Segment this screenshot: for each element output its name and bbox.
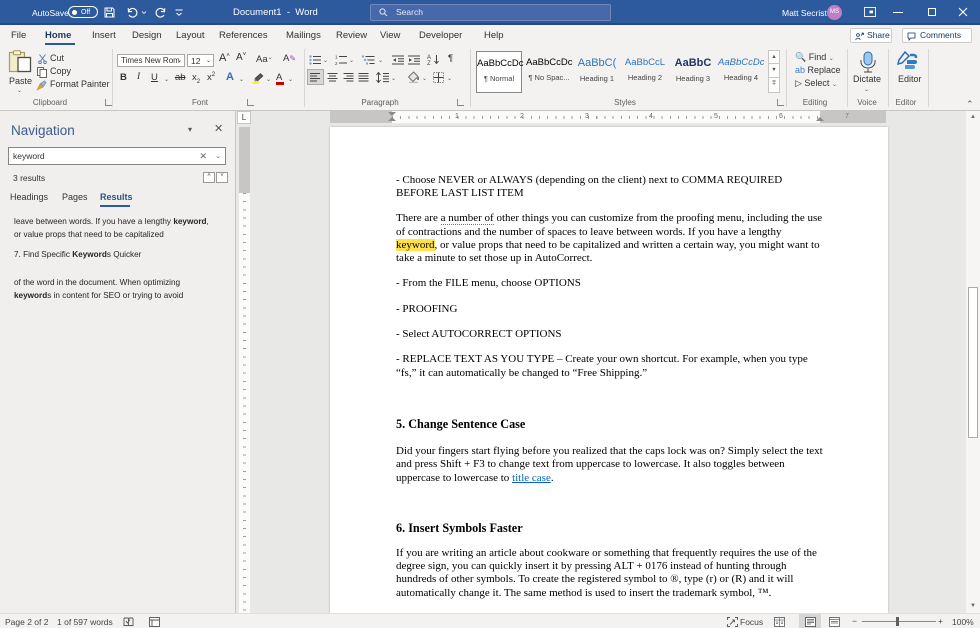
svg-text:2: 2 <box>335 61 338 65</box>
svg-text:1: 1 <box>335 55 338 59</box>
svg-text:Z: Z <box>427 61 431 65</box>
